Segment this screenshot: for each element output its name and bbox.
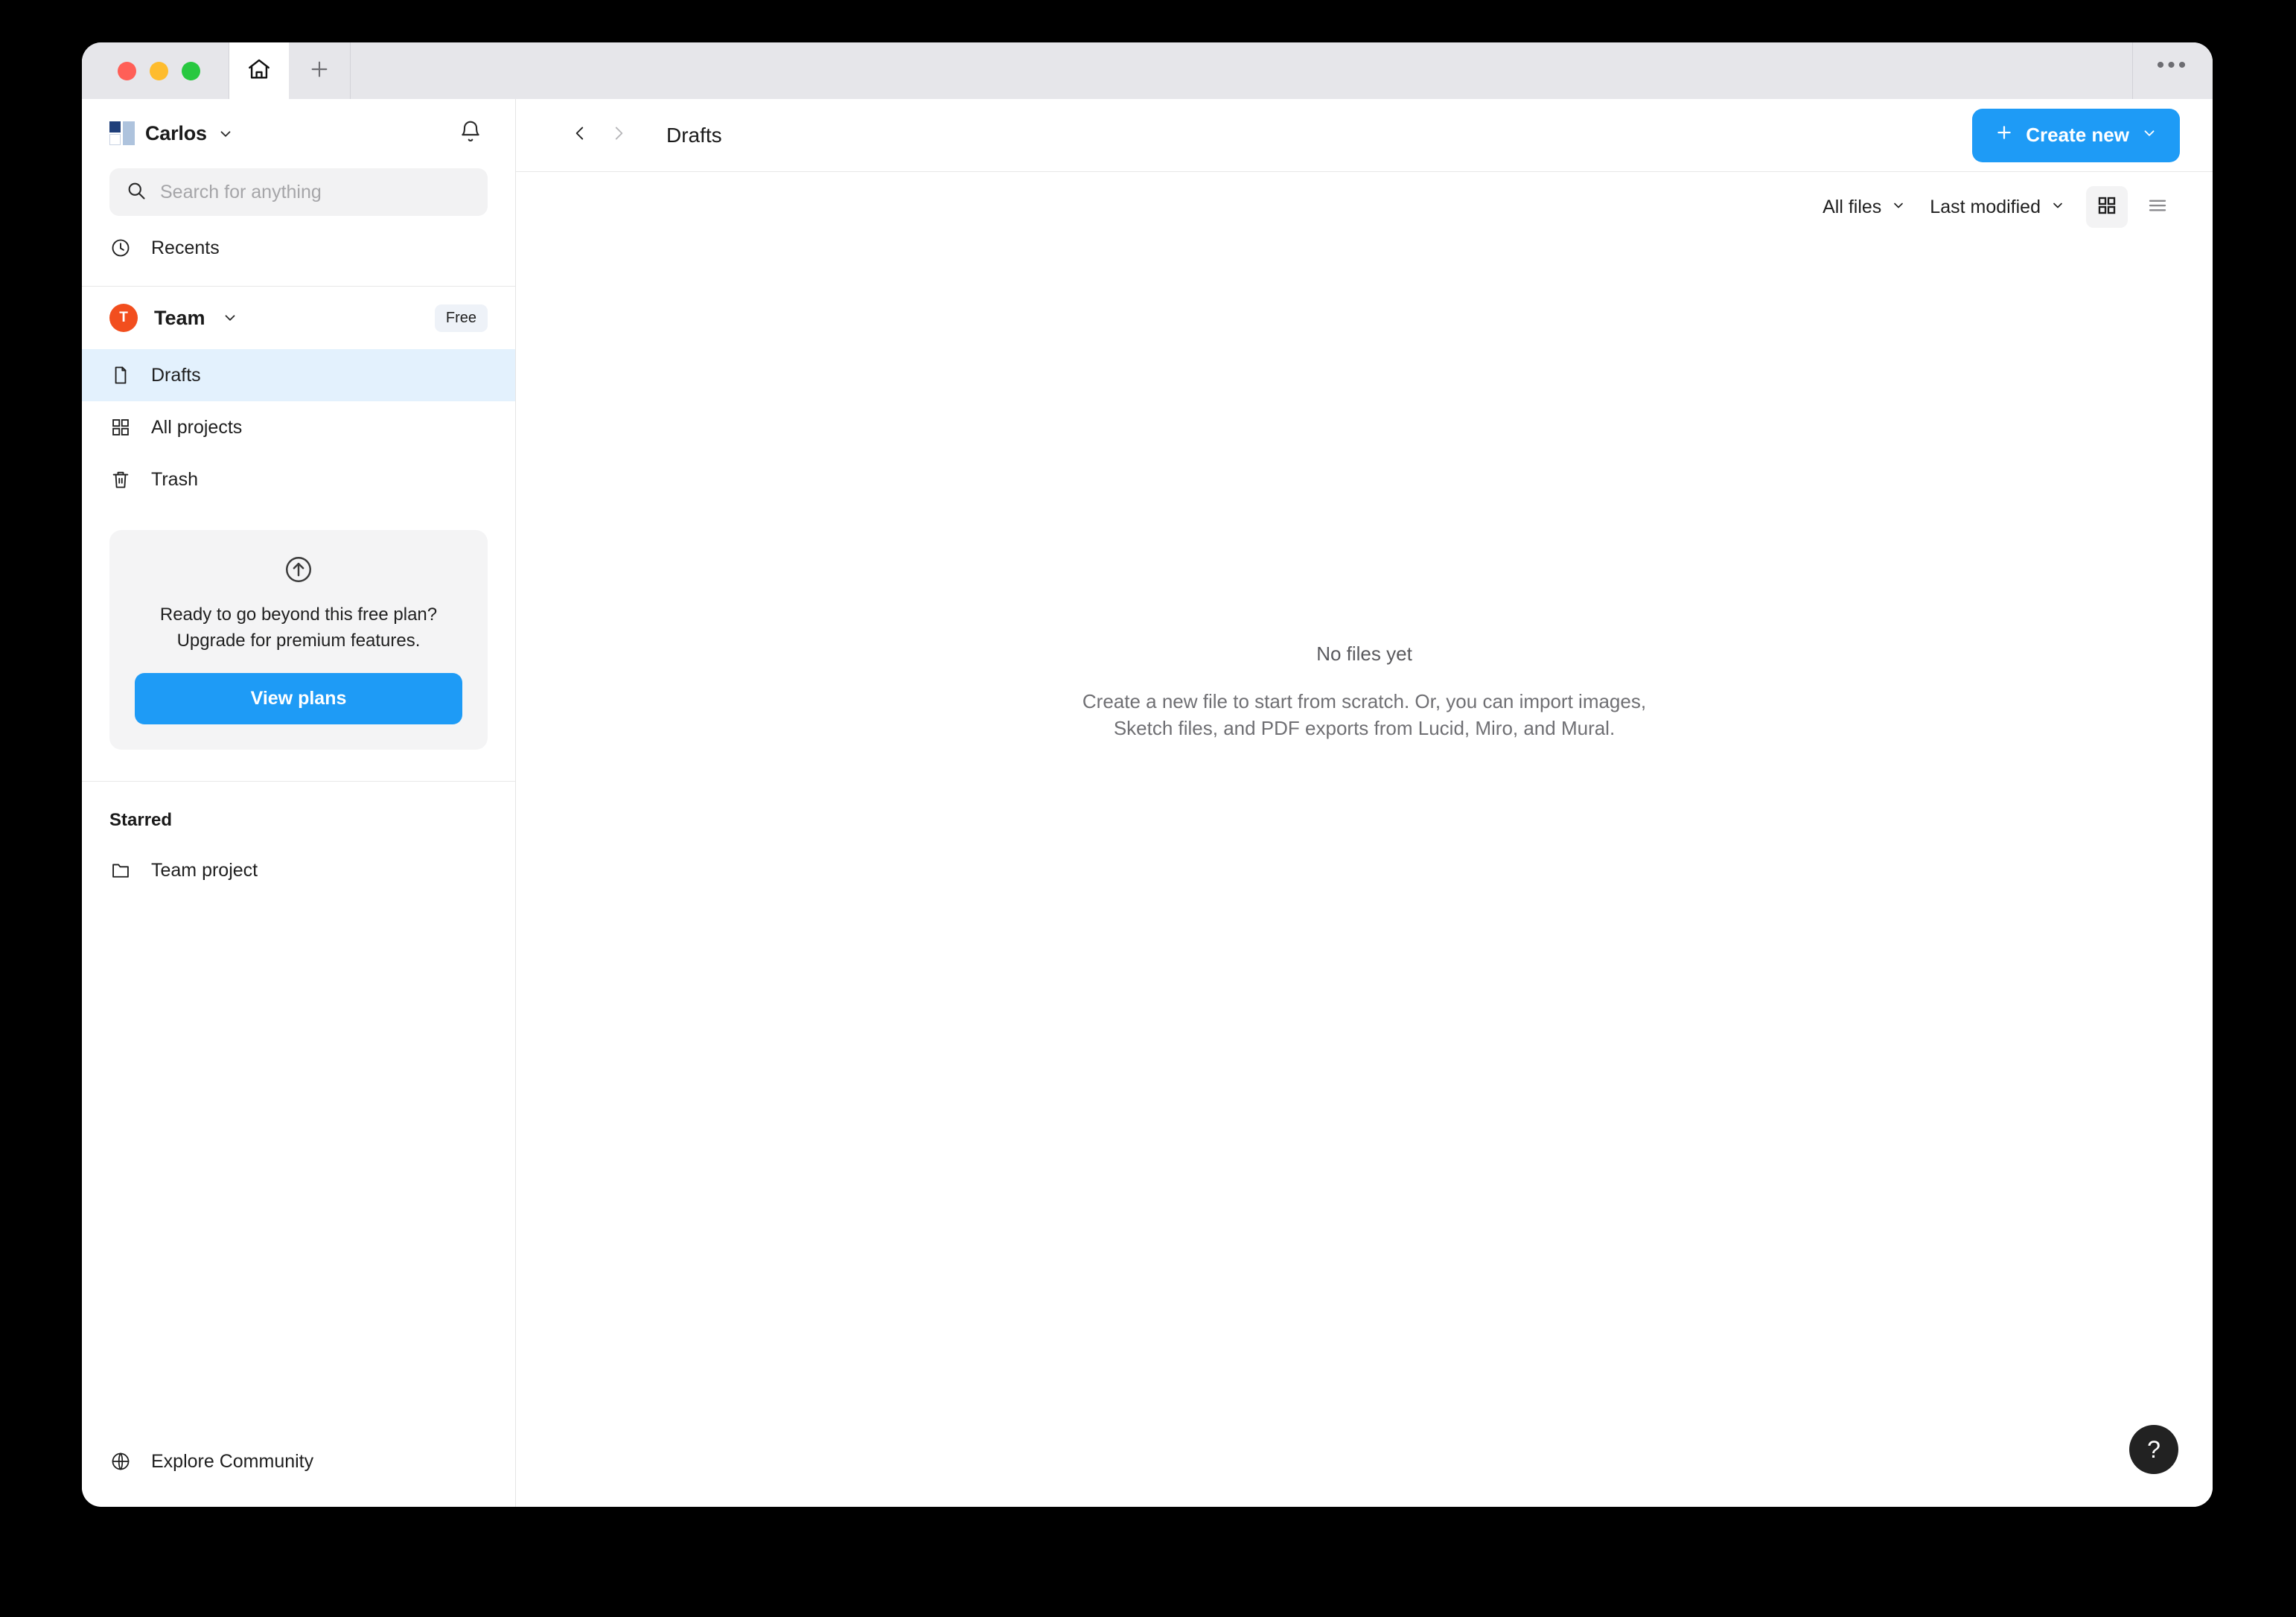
folder-icon [109,860,132,881]
upgrade-card: Ready to go beyond this free plan? Upgra… [109,530,488,750]
tabbar-empty-space [351,42,2132,99]
sidebar-item-label: All projects [151,416,243,438]
create-new-button[interactable]: Create new [1972,108,2180,162]
question-mark-icon: ? [2147,1435,2161,1463]
sidebar-item-trash[interactable]: Trash [82,453,515,505]
sort-last-modified-dropdown[interactable]: Last modified [1918,189,2077,226]
empty-state: No files yet Create a new file to start … [516,242,2213,1507]
main-header: Drafts Create new [516,99,2213,172]
page-title: Drafts [666,123,722,147]
trash-icon [109,469,132,490]
list-view-icon [2146,194,2169,220]
minimize-window-button[interactable] [150,61,168,80]
sidebar-item-team-project[interactable]: Team project [82,844,515,896]
forward-button[interactable] [599,116,638,155]
back-button[interactable] [561,116,599,155]
window-body: Carlos Search for anything Recents T Tea… [82,99,2213,1507]
sidebar-item-label: Drafts [151,364,201,386]
search-input[interactable]: Search for anything [109,168,488,216]
traffic-light-controls [82,42,229,99]
sidebar-item-recents[interactable]: Recents [82,222,515,274]
chevron-down-icon [1891,197,1906,218]
sidebar-footer: Explore Community [82,1435,515,1507]
new-tab-button[interactable] [289,42,351,99]
grid-view-icon [2096,194,2118,220]
grid-view-button[interactable] [2086,186,2128,228]
plus-icon [1994,123,2014,147]
upgrade-headline-line2: Upgrade for premium features. [176,631,421,651]
bell-icon [459,120,482,147]
files-toolbar: All files Last modified [516,172,2213,242]
arrow-up-circle-icon [135,554,462,585]
sidebar-item-explore-community[interactable]: Explore Community [82,1435,515,1487]
list-view-button[interactable] [2137,186,2178,228]
file-icon [109,365,132,386]
titlebar: ••• [82,42,2213,99]
sort-label: Last modified [1930,196,2041,217]
view-plans-button[interactable]: View plans [135,673,462,724]
notifications-button[interactable] [453,117,488,151]
app-window: ••• Carlos Search for anything Recents T… [82,42,2213,1507]
chevron-down-icon [2050,197,2065,218]
sidebar-item-label: Trash [151,468,198,490]
sidebar-top: Carlos Search for anything [82,99,515,222]
sidebar-item-label: Recents [151,237,220,258]
sidebar-item-all-projects[interactable]: All projects [82,401,515,453]
globe-icon [109,1451,132,1472]
starred-section-title: Starred [109,810,173,830]
sidebar-item-label: Explore Community [151,1450,314,1472]
team-name: Team [154,306,205,329]
chevron-down-icon [217,126,234,142]
clock-icon [109,237,132,258]
home-icon [246,57,272,86]
help-button[interactable]: ? [2129,1425,2178,1474]
empty-state-title: No files yet [1316,642,1412,665]
sidebar: Carlos Search for anything Recents T Tea… [82,99,516,1507]
filter-label: All files [1823,196,1882,217]
upgrade-headline-line1: Ready to go beyond this free plan? [159,605,438,625]
search-placeholder: Search for anything [160,181,322,202]
maximize-window-button[interactable] [182,61,200,80]
team-avatar: T [109,304,138,332]
plan-badge: Free [434,304,488,332]
close-window-button[interactable] [118,61,136,80]
empty-state-description: Create a new file to start from scratch.… [1082,690,1647,739]
chevron-left-icon [570,124,590,147]
window-menu-button[interactable]: ••• [2132,42,2213,99]
create-new-label: Create new [2026,124,2129,146]
team-switcher[interactable]: T Team Free [82,287,515,349]
app-logo-icon [109,121,135,147]
grid-icon [109,417,132,438]
search-icon [126,180,147,205]
account-switcher[interactable]: Carlos [109,99,488,168]
filter-all-files-dropdown[interactable]: All files [1811,189,1918,226]
chevron-down-icon [222,310,238,326]
plus-icon [307,57,331,85]
sidebar-item-drafts[interactable]: Drafts [82,349,515,401]
main-content: Drafts Create new All files Last modifie… [516,99,2213,1507]
chevron-right-icon [609,124,628,147]
chevron-down-icon [2141,124,2158,147]
tab-home[interactable] [229,42,289,99]
sidebar-item-label: Team project [151,859,258,881]
account-name: Carlos [145,122,207,144]
